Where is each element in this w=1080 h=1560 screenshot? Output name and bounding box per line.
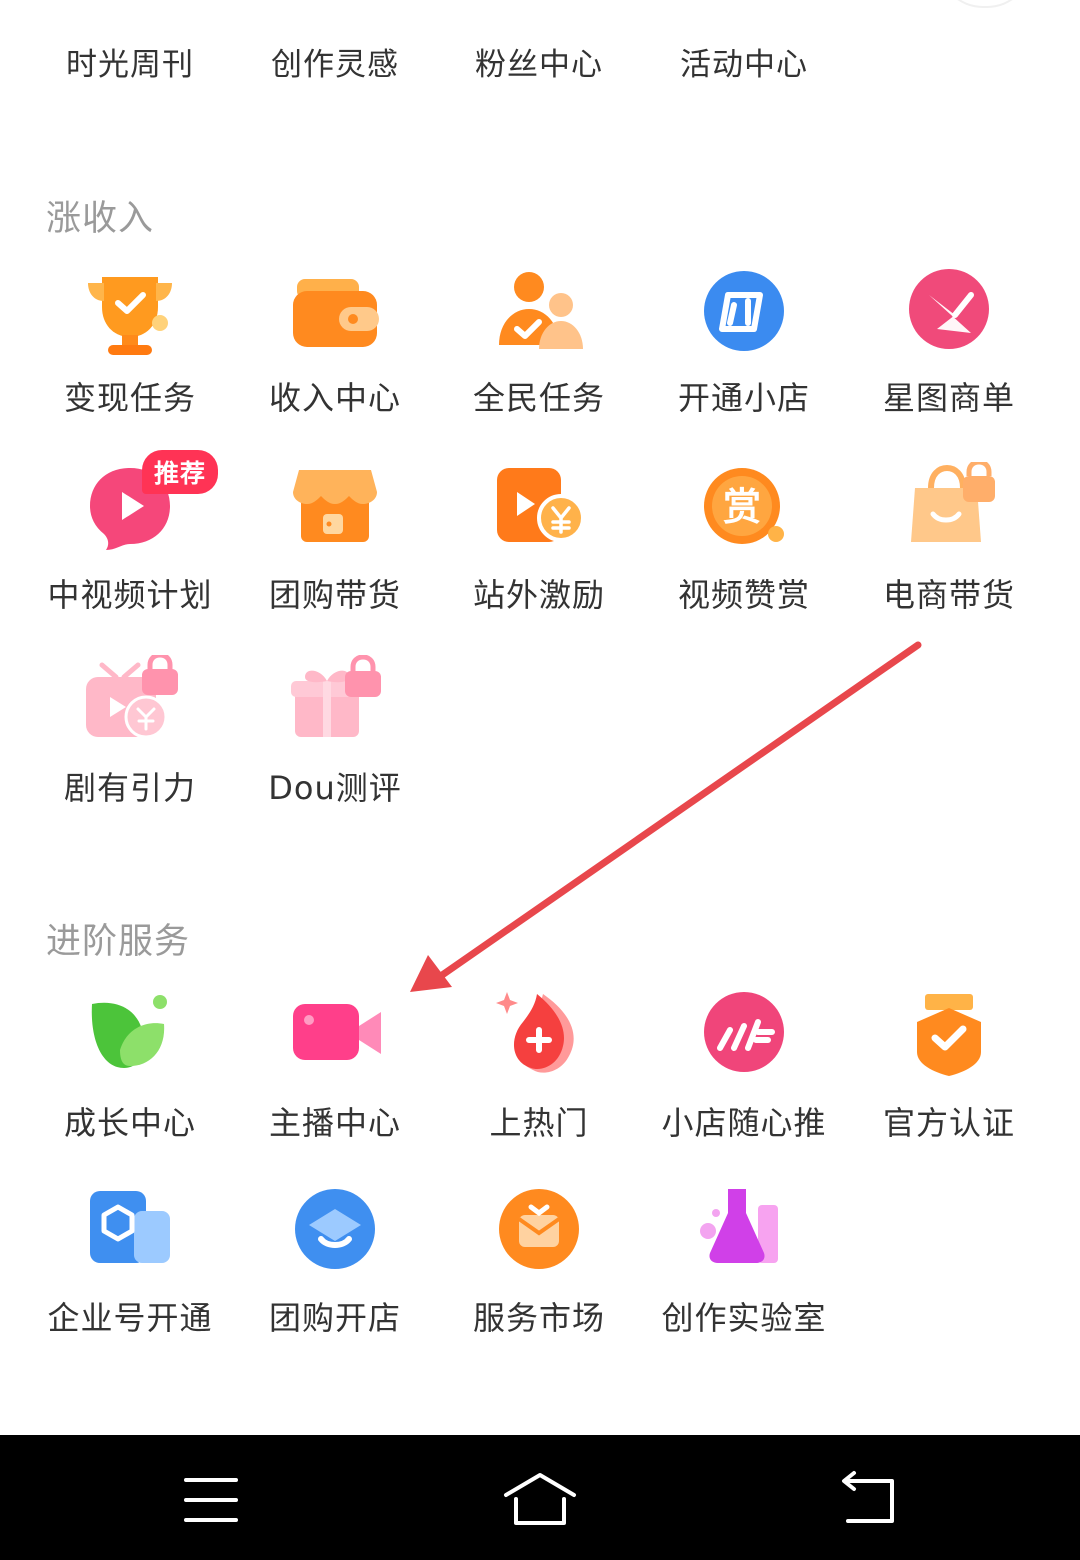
grid-item-label: 企业号开通 [47, 1299, 213, 1337]
video-camera-icon [285, 990, 385, 1090]
grid-item-label: 上热门 [489, 1104, 589, 1142]
back-icon[interactable] [818, 1465, 918, 1535]
video-coin-icon [489, 462, 589, 562]
corner-decoration [938, 0, 1032, 8]
grid-item-label: 官方认证 [882, 1104, 1015, 1142]
lab-flask-icon [694, 1185, 794, 1285]
grid-item-open-shop[interactable]: 开通小店 [642, 265, 846, 455]
section-title-income: 涨收入 [46, 199, 155, 239]
locked-bag-icon [899, 462, 999, 562]
reward-coin-icon: 赏 [694, 462, 794, 562]
grid-item-label: 星图商单 [882, 379, 1015, 417]
grid-item-all-people-tasks[interactable]: 全民任务 [437, 265, 641, 455]
enterprise-icon [80, 1185, 180, 1285]
wallet-icon [285, 265, 385, 365]
grid-item-label: 剧有引力 [63, 769, 196, 807]
grid-item-label: 成长中心 [63, 1104, 196, 1142]
group-buy-store-icon [285, 1185, 385, 1285]
boost-icon [694, 990, 794, 1090]
grid-item-label: 站外激励 [472, 576, 605, 614]
grid-item-video-reward[interactable]: 赏 视频赞赏 [642, 462, 846, 652]
service-market-icon [489, 1185, 589, 1285]
grid-item-income-center[interactable]: 收入中心 [233, 265, 437, 455]
top-link-fans-center[interactable]: 粉丝中心 [437, 40, 641, 90]
storefront-icon [285, 462, 385, 562]
home-icon[interactable] [490, 1465, 590, 1535]
grid-item-offsite-incentive[interactable]: 站外激励 [437, 462, 641, 652]
grid-item-service-market[interactable]: 服务市场 [437, 1185, 641, 1375]
leaf-icon [80, 990, 180, 1090]
top-link-activity-center[interactable]: 活动中心 [642, 40, 846, 90]
grid-item-group-buy-sales[interactable]: 团购带货 [233, 462, 437, 652]
trophy-icon [80, 265, 180, 365]
grid-item-label: 团购开店 [268, 1299, 401, 1337]
grid-item-enterprise-account[interactable]: 企业号开通 [28, 1185, 232, 1375]
grid-item-ecommerce-sales[interactable]: 电商带货 [847, 462, 1051, 652]
grid-item-group-buy-open-store[interactable]: 团购开店 [233, 1185, 437, 1375]
grid-item-streamer-center[interactable]: 主播中心 [233, 990, 437, 1180]
grid-item-creative-lab[interactable]: 创作实验室 [642, 1185, 846, 1375]
grid-item-star-map-orders[interactable]: 星图商单 [847, 265, 1051, 455]
grid-item-label: 服务市场 [472, 1299, 605, 1337]
star-map-icon [899, 265, 999, 365]
grid-item-label: 小店随心推 [661, 1104, 827, 1142]
grid-item-label: 收入中心 [268, 379, 401, 417]
section-title-advanced-services: 进阶服务 [46, 922, 191, 962]
verified-badge-icon [899, 990, 999, 1090]
grid-item-go-trending[interactable]: 上热门 [437, 990, 641, 1180]
locked-tv-coin-icon [80, 655, 180, 755]
grid-item-official-verification[interactable]: 官方认证 [847, 990, 1051, 1180]
shop-logo-icon [694, 265, 794, 365]
top-link-weekly[interactable]: 时光周刊 [28, 40, 232, 90]
grid-item-label: 视频赞赏 [677, 576, 810, 614]
system-navigation-bar [0, 1435, 1080, 1560]
locked-gift-icon [285, 655, 385, 755]
grid-item-label: 变现任务 [63, 379, 196, 417]
grid-item-label: 全民任务 [472, 379, 605, 417]
grid-item-label: Dou测评 [268, 769, 402, 807]
grid-item-label: 团购带货 [268, 576, 401, 614]
top-link-inspiration[interactable]: 创作灵感 [233, 40, 437, 90]
flame-plus-icon [489, 990, 589, 1090]
grid-item-label: 开通小店 [677, 379, 810, 417]
grid-item-monetize-tasks[interactable]: 变现任务 [28, 265, 232, 455]
grid-item-dou-review[interactable]: Dou测评 [233, 655, 437, 845]
grid-item-label: 创作实验室 [661, 1299, 827, 1337]
grid-item-shop-boost[interactable]: 小店随心推 [642, 990, 846, 1180]
top-links-row: 时光周刊 创作灵感 粉丝中心 活动中心 [0, 40, 1080, 90]
people-check-icon [489, 265, 589, 365]
recommend-badge: 推荐 [142, 450, 219, 494]
grid-item-mid-video-plan[interactable]: 推荐 中视频计划 [28, 450, 232, 652]
grid-item-label: 电商带货 [882, 576, 1015, 614]
grid-item-drama-gravity[interactable]: 剧有引力 [28, 655, 232, 845]
menu-icon[interactable] [161, 1465, 261, 1535]
grid-item-growth-center[interactable]: 成长中心 [28, 990, 232, 1180]
grid-item-label: 中视频计划 [47, 576, 213, 614]
grid-item-label: 主播中心 [268, 1104, 401, 1142]
svg-text:赏: 赏 [723, 485, 761, 529]
